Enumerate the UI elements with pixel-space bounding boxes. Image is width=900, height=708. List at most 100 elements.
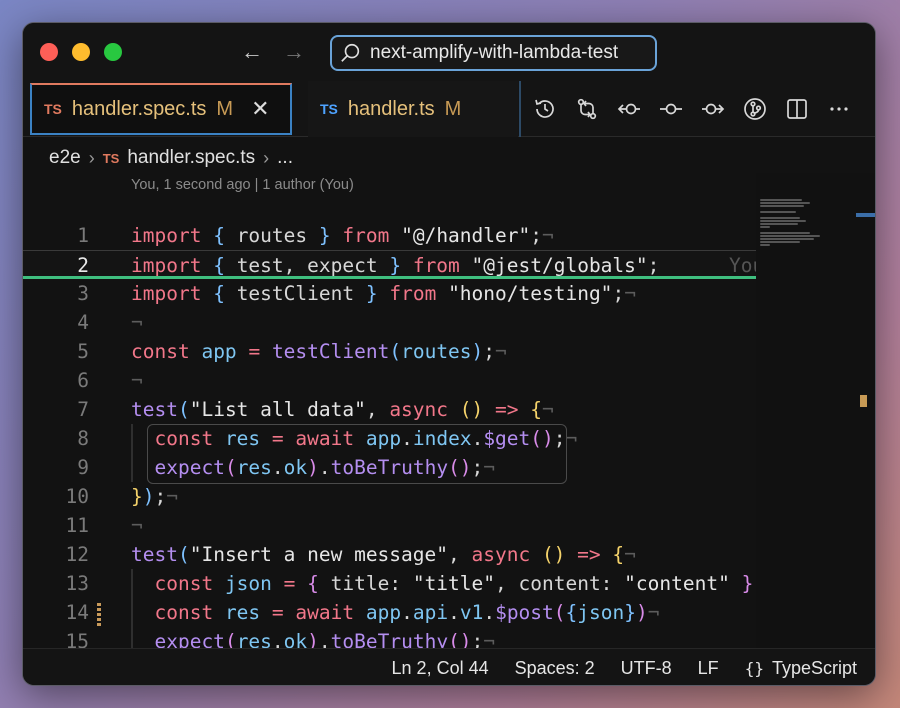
code-token: "List all data" [189,398,366,421]
tab-divider [519,81,521,137]
code-token: } [389,254,402,277]
code-token: ¬ [131,369,143,392]
next-change-icon[interactable] [699,95,727,123]
code-text: test("List all data", async () => {¬ [131,395,554,424]
split-editor-icon[interactable] [783,95,811,123]
code-line[interactable]: 11 ¬ [23,511,756,540]
code-token: "@/handler" [401,224,531,247]
code-token: res [224,601,261,624]
forward-arrow-icon[interactable]: → [281,39,307,65]
typescript-file-icon: TS [102,150,120,166]
cursor-position[interactable]: Ln 2, Col 44 [392,658,489,679]
code-token: app [365,601,402,624]
code-token: test [131,543,178,566]
line-number: 15 [65,630,89,648]
code-token: res [236,630,272,648]
command-center-search[interactable]: next-amplify-with-lambda-test [330,35,657,71]
tab-handler[interactable]: TS handler.ts M [308,81,518,137]
code-token: () [541,543,566,566]
code-token: ¬ [495,340,507,363]
minimap-line [760,202,810,204]
code-token: ¬ [624,282,636,305]
code-token: ¬ [647,601,660,624]
close-tab-icon[interactable]: ✕ [251,96,269,122]
line-number: 7 [77,398,89,421]
tab-handler-spec[interactable]: TS handler.spec.ts M ✕ [30,83,292,135]
code-token: } [318,224,331,247]
minimize-window-button[interactable] [72,43,90,61]
search-icon [341,43,360,62]
breadcrumb-folder[interactable]: e2e [49,147,81,169]
inline-blame: You [729,254,756,277]
code-token: ( [177,543,190,566]
code-token: "content" [624,572,730,595]
commit-icon[interactable] [657,95,685,123]
end-of-line[interactable]: LF [698,658,719,679]
codelens-blame[interactable]: You, 1 second ago | 1 author (You) [131,177,354,193]
breadcrumb-file[interactable]: handler.spec.ts [127,147,255,169]
breadcrumb-symbols[interactable]: ... [277,147,293,169]
back-arrow-icon[interactable]: ← [239,39,265,65]
code-token: toBeTruthy [330,630,449,648]
code-token: ) [636,601,648,624]
code-token: { [213,224,225,247]
code-line[interactable]: 1 import { routes } from "@/handler";¬ [23,221,756,250]
code-line[interactable]: 7 test("List all data", async () => {¬ [23,395,756,424]
code-token: () [459,398,484,421]
code-token: ; [647,254,660,277]
language-mode[interactable]: {} TypeScript [745,658,857,679]
code-line[interactable]: 12 test("Insert a new message", async () … [23,540,756,569]
line-number: 4 [77,311,89,334]
code-token: } [131,485,143,508]
minimap[interactable] [756,173,875,648]
code-token: $post [495,601,554,624]
minimap-line [760,205,804,207]
more-actions-icon[interactable] [825,95,853,123]
code-line[interactable]: 10});¬ [23,482,756,511]
code-token: ¬ [541,224,554,247]
code-text: test("Insert a new message", async () =>… [131,540,636,569]
code-token: async [471,543,531,566]
close-window-button[interactable] [40,43,58,61]
compare-changes-icon[interactable] [573,95,601,123]
bracket-scope-highlight [147,424,567,484]
zoom-window-button[interactable] [104,43,122,61]
code-token: ; [154,485,167,508]
code-line[interactable]: 4 ¬ [23,308,756,337]
language-label: TypeScript [771,657,857,678]
minimap-line [760,217,800,219]
code-line[interactable]: 5 const app = testClient(routes);¬ [23,337,756,366]
history-icon[interactable] [531,95,559,123]
code-token: test [131,398,178,421]
source-control-graph-icon[interactable] [741,95,769,123]
line-number: 13 [65,572,89,595]
code-token: ¬ [565,427,578,450]
code-token: . [318,630,331,648]
code-token: "@jest/globals" [471,254,648,277]
code-editor[interactable]: You, 1 second ago | 1 author (You) 1 impo… [23,173,756,648]
indentation[interactable]: Spaces: 2 [515,658,595,679]
code-token: testClient [224,282,366,305]
line-number: 12 [65,543,89,566]
code-token: () [448,630,472,648]
code-line[interactable]: 2 import { test, expect } from "@jest/glo… [23,250,756,279]
previous-change-icon[interactable] [615,95,643,123]
code-token: from [412,254,460,277]
code-line[interactable]: 3 import { testClient } from "hono/testin… [23,279,756,308]
code-token: ( [224,630,237,648]
encoding[interactable]: UTF-8 [621,658,672,679]
code-line[interactable]: 6 ¬ [23,366,756,395]
code-token: ; [612,282,625,305]
